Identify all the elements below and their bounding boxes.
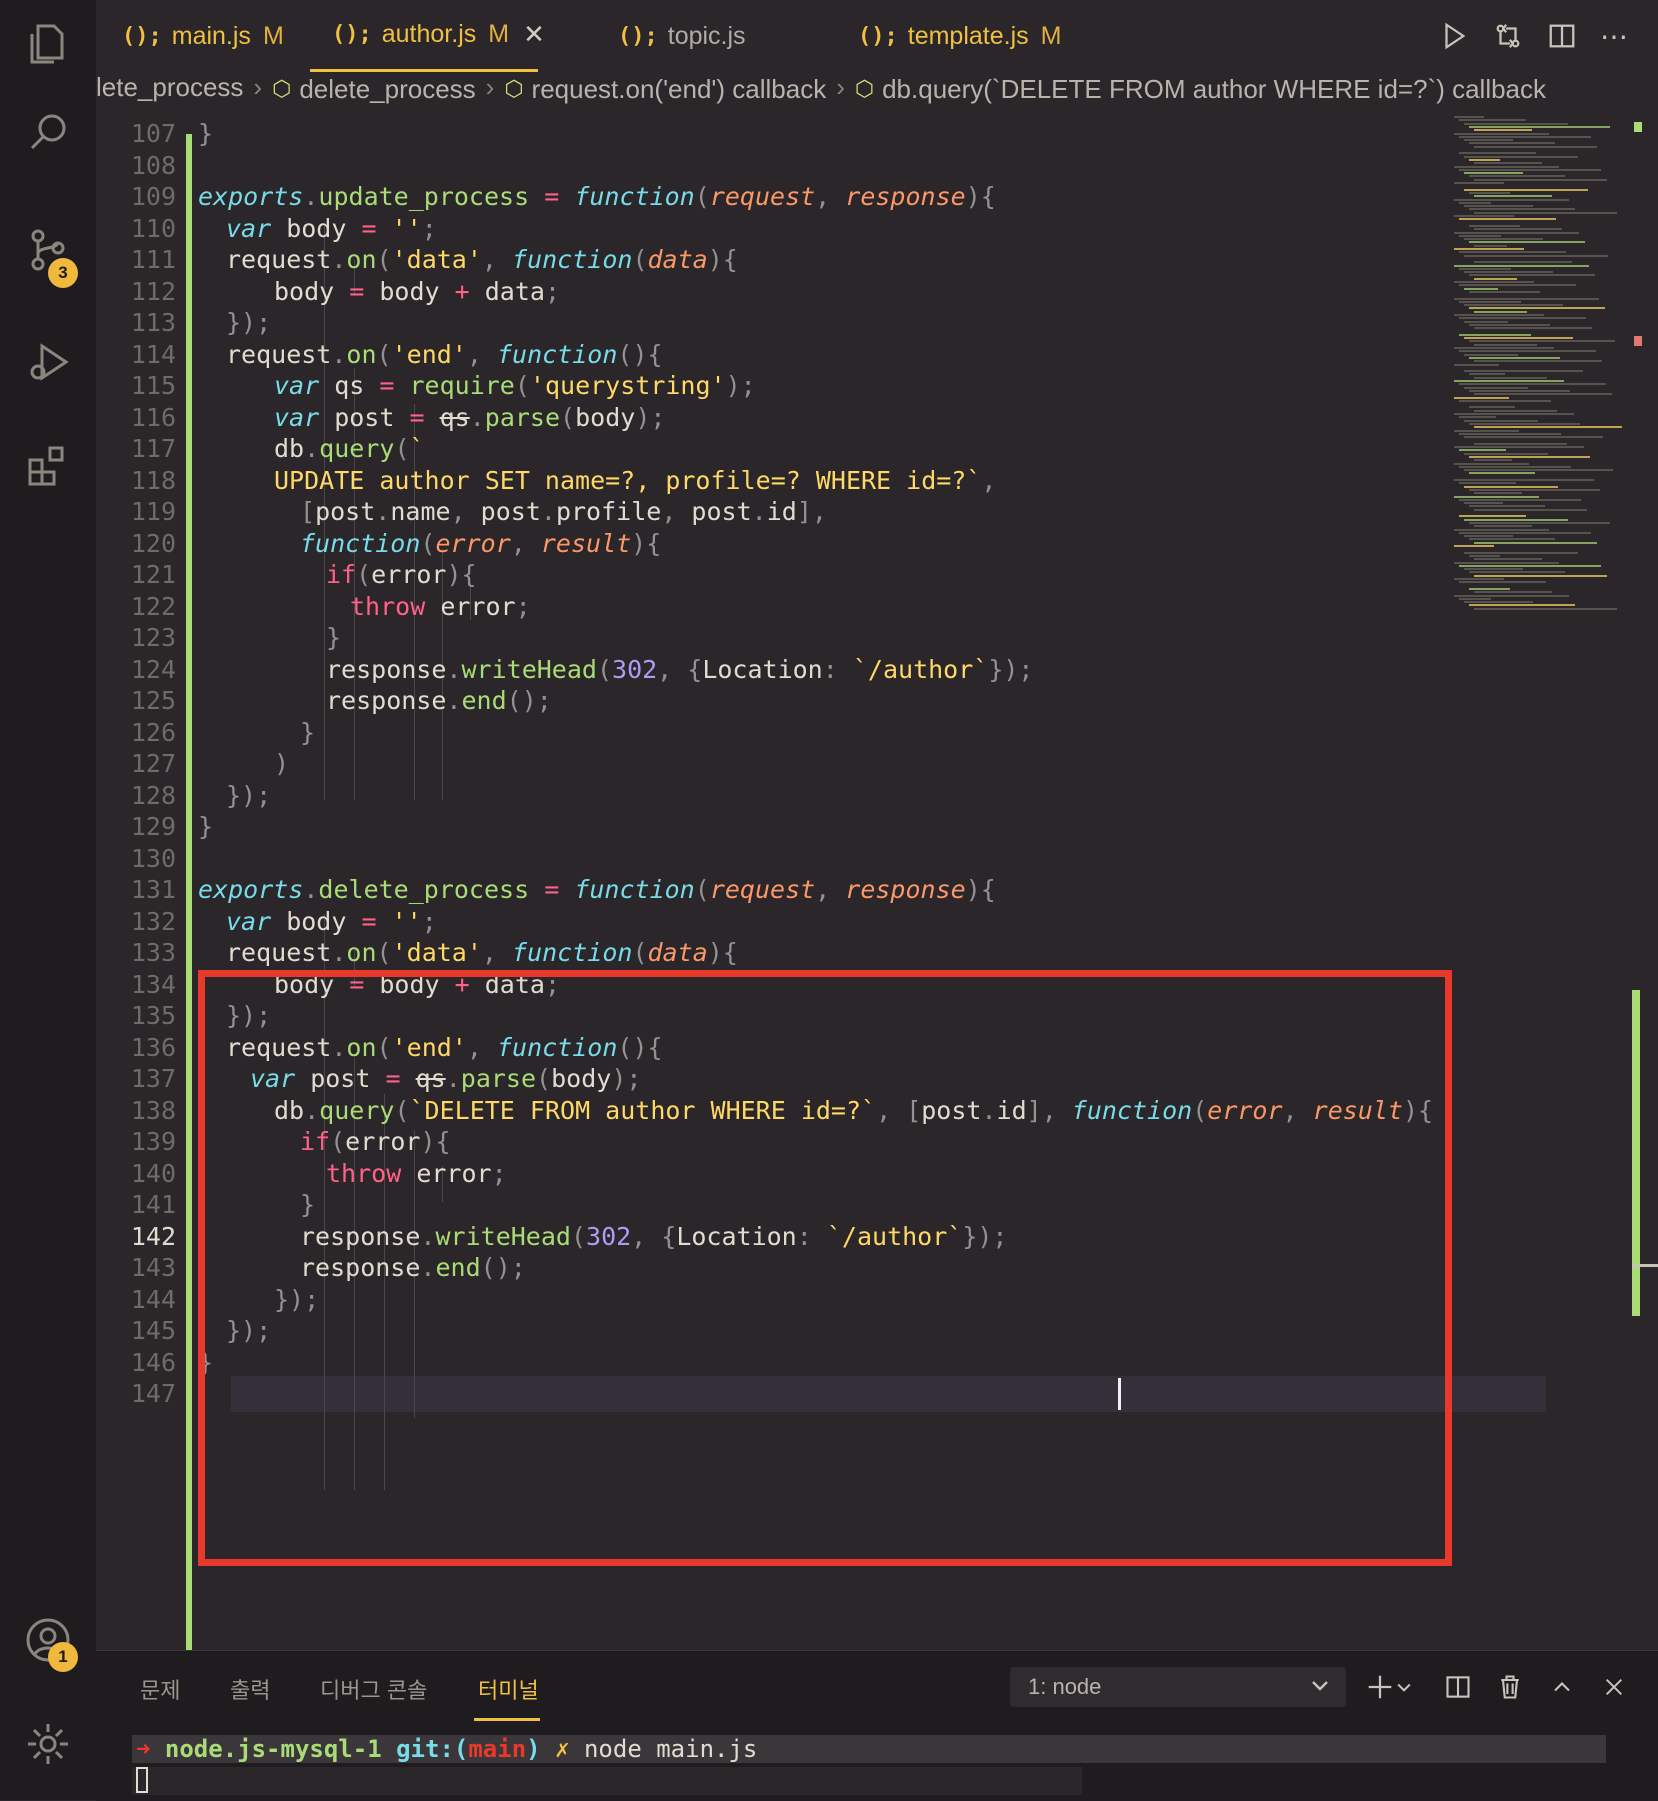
tab-modified-badge: M bbox=[1040, 21, 1062, 50]
split-terminal-icon[interactable] bbox=[1438, 1667, 1478, 1707]
terminal-cursor bbox=[136, 1767, 148, 1793]
prompt-branch: main bbox=[468, 1735, 527, 1763]
tab-label: template.js bbox=[907, 21, 1029, 50]
extensions-icon[interactable] bbox=[20, 438, 76, 494]
run-debug-icon[interactable] bbox=[20, 334, 76, 390]
js-file-icon: (); bbox=[618, 23, 658, 49]
scrollbar-thumb[interactable] bbox=[1632, 1264, 1658, 1267]
code-editor[interactable]: 107} 108 109 exports.update_process = funct… bbox=[96, 116, 1656, 1698]
symbol-cube-icon: ⬡ bbox=[854, 76, 875, 101]
terminal-output[interactable]: ➜ node.js-mysql-1 git:(main) ✗ node main… bbox=[136, 1735, 757, 1763]
run-icon[interactable] bbox=[1432, 14, 1476, 58]
close-icon[interactable]: ✕ bbox=[523, 19, 545, 50]
more-actions-icon[interactable]: ⋯ bbox=[1592, 14, 1636, 58]
scrollbar-change-indicator bbox=[1634, 122, 1642, 132]
tab-modified-badge: M bbox=[488, 20, 510, 48]
tab-problems[interactable]: 문제 bbox=[140, 1673, 180, 1705]
code-text: body = body + data; bbox=[274, 276, 561, 306]
scrollbar-change-indicator bbox=[1632, 990, 1640, 1316]
prompt-git-close: ) bbox=[526, 1735, 541, 1763]
tab-topic-js[interactable]: (); topic.js bbox=[618, 0, 746, 72]
breadcrumb-item[interactable]: lete_process bbox=[96, 72, 243, 103]
chevron-down-icon[interactable] bbox=[1392, 1667, 1416, 1707]
js-file-icon: (); bbox=[332, 22, 372, 47]
breadcrumb-item[interactable]: ⬡ db.query(`DELETE FROM author WHERE id=?… bbox=[855, 74, 1546, 105]
split-editor-icon[interactable] bbox=[1540, 14, 1584, 58]
maximize-panel-icon[interactable] bbox=[1542, 1667, 1582, 1707]
highlight-annotation-box bbox=[198, 970, 1452, 1566]
close-panel-icon[interactable] bbox=[1594, 1667, 1634, 1707]
chevron-right-icon: › bbox=[253, 72, 263, 102]
tab-label: author.js bbox=[381, 20, 477, 48]
breadcrumb-label: db.query(`DELETE FROM author WHERE id=?`… bbox=[882, 73, 1547, 104]
symbol-cube-icon: ⬡ bbox=[272, 76, 292, 101]
chevron-down-icon bbox=[1308, 1673, 1332, 1703]
js-file-icon: (); bbox=[122, 23, 162, 49]
tab-main-js[interactable]: (); main.js M bbox=[122, 0, 284, 72]
tab-label: topic.js bbox=[667, 21, 746, 50]
gutter-modified-indicator bbox=[186, 134, 192, 1382]
tab-bar: (); main.js M (); author.js M ✕ (); topi… bbox=[96, 0, 1658, 72]
prompt-git-label: git:( bbox=[396, 1735, 469, 1763]
text-cursor bbox=[1118, 1378, 1121, 1410]
tab-template-js[interactable]: (); template.js M bbox=[858, 0, 1061, 72]
tab-author-js[interactable]: (); author.js M ✕ bbox=[310, 0, 545, 72]
code-text: } bbox=[198, 119, 214, 148]
breadcrumb-label: delete_process bbox=[299, 73, 476, 104]
tab-terminal[interactable]: 터미널 bbox=[478, 1673, 539, 1705]
search-icon[interactable] bbox=[20, 104, 76, 160]
code-text: } bbox=[300, 717, 316, 747]
prompt-dirty-marker: ✗ bbox=[555, 1735, 570, 1763]
code-text: } bbox=[198, 812, 214, 841]
compare-changes-icon[interactable] bbox=[1486, 14, 1530, 58]
minimap[interactable] bbox=[1450, 116, 1642, 716]
terminal-select-value: 1: node bbox=[1028, 1674, 1102, 1699]
breadcrumb-item[interactable]: ⬡ request.on('end') callback bbox=[504, 74, 826, 105]
breadcrumb-item[interactable]: ⬡ delete_process bbox=[272, 74, 476, 105]
line-number: 147 bbox=[130, 1379, 176, 1408]
breadcrumb: lete_process › ⬡ delete_process › ⬡ request.on… bbox=[96, 72, 1658, 116]
js-file-icon: (); bbox=[858, 23, 898, 49]
code-text: ) bbox=[274, 749, 290, 778]
trash-icon[interactable] bbox=[1490, 1667, 1530, 1707]
tab-output[interactable]: 출력 bbox=[230, 1673, 270, 1705]
code-text: response.end(); bbox=[326, 686, 552, 715]
prompt-directory: node.js-mysql-1 bbox=[164, 1735, 382, 1763]
settings-gear-icon[interactable] bbox=[20, 1716, 76, 1772]
chevron-right-icon: › bbox=[485, 72, 495, 102]
chevron-right-icon: › bbox=[836, 72, 845, 102]
tab-modified-badge: M bbox=[262, 21, 284, 50]
explorer-icon[interactable] bbox=[20, 16, 76, 72]
tab-label: main.js bbox=[171, 21, 251, 50]
tab-debug-console[interactable]: 디버그 콘솔 bbox=[320, 1673, 427, 1705]
source-control-badge: 3 bbox=[48, 258, 78, 288]
symbol-cube-icon: ⬡ bbox=[504, 76, 524, 101]
bottom-panel: 문제 출력 디버그 콘솔 터미널 1: node ➜ node.js-mysql… bbox=[96, 1650, 1658, 1801]
account-badge: 1 bbox=[48, 1642, 78, 1672]
breadcrumb-label: request.on('end') callback bbox=[531, 73, 827, 104]
scrollbar-change-indicator bbox=[1634, 336, 1642, 346]
active-tab-indicator bbox=[474, 1718, 540, 1721]
code-text: }); bbox=[226, 780, 272, 810]
prompt-arrow: ➜ bbox=[136, 1735, 151, 1763]
breadcrumb-label: lete_process bbox=[96, 72, 244, 102]
code-text: throw error; bbox=[350, 591, 531, 621]
terminal-command: node main.js bbox=[583, 1735, 758, 1763]
activity-bar: 3 1 bbox=[0, 0, 96, 1800]
terminal-select[interactable]: 1: node bbox=[1010, 1667, 1346, 1707]
